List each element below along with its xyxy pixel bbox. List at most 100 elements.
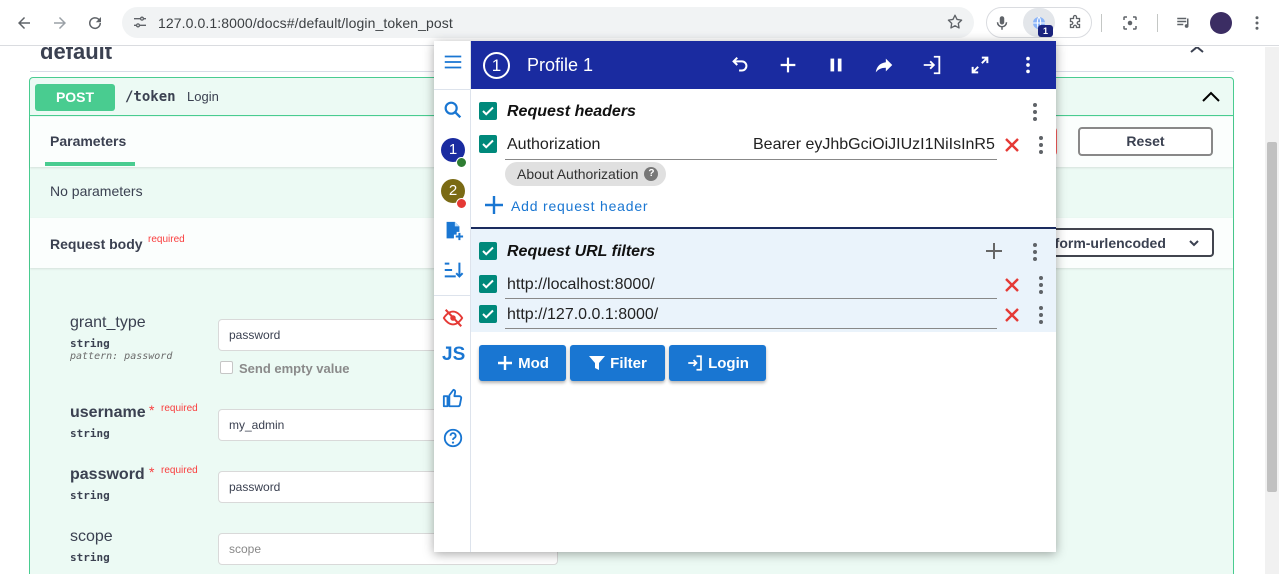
fullscreen-icon[interactable] (968, 53, 992, 77)
content-type-select[interactable]: -form-urlencoded (1048, 228, 1214, 257)
more-vertical-icon[interactable] (1038, 276, 1044, 294)
filter-funnel-icon (589, 356, 606, 370)
javascript-js-icon[interactable]: JS (442, 344, 465, 366)
tab-underline (45, 162, 135, 166)
back-arrow-icon[interactable] (12, 11, 36, 35)
tab-parameters[interactable]: Parameters (50, 133, 126, 149)
site-info-icon[interactable] (132, 14, 148, 30)
add-icon[interactable] (484, 195, 504, 215)
profile-avatar[interactable] (1210, 12, 1232, 34)
login-icon[interactable] (920, 53, 944, 77)
thumbs-up-icon[interactable] (440, 385, 466, 411)
add-profile-file-icon[interactable] (440, 218, 466, 244)
url-filter-checkbox[interactable] (479, 275, 497, 293)
profile-name[interactable]: Profile 1 (527, 55, 593, 76)
toolbar-separator (1101, 14, 1102, 32)
operation-description: Login (187, 89, 219, 104)
field-name-grant-type: grant_type (70, 314, 146, 331)
url-filter-input[interactable]: http://127.0.0.1:8000/ (507, 306, 658, 324)
url-filters-checkbox[interactable] (479, 242, 497, 260)
profile-rail: 1 2 JS (434, 41, 471, 552)
sort-icon[interactable] (440, 257, 466, 283)
header-name-input[interactable]: Authorization (507, 136, 600, 154)
delete-filter-icon[interactable] (1004, 307, 1020, 323)
request-headers-section: Request headers Authorization Bearer eyJ… (471, 89, 1056, 227)
request-headers-checkbox[interactable] (479, 102, 497, 120)
scrollbar-thumb[interactable] (1267, 142, 1277, 492)
microphone-icon[interactable] (990, 11, 1014, 35)
browser-toolbar: 127.0.0.1:8000/docs#/default/login_token… (0, 0, 1279, 46)
reset-button[interactable]: Reset (1078, 127, 1213, 156)
no-parameters-text: No parameters (50, 183, 143, 199)
profile-header: 1 Profile 1 (471, 41, 1056, 89)
share-forward-icon[interactable] (872, 53, 896, 77)
add-filter-button[interactable]: Filter (570, 345, 665, 381)
add-request-header-link[interactable]: Add request header (511, 198, 648, 214)
search-icon[interactable] (440, 97, 466, 123)
method-badge: POST (35, 84, 115, 111)
add-icon[interactable] (985, 242, 1003, 260)
media-queue-icon[interactable] (1172, 11, 1196, 35)
help-circle-icon[interactable] (440, 425, 466, 451)
url-filter-input[interactable]: http://localhost:8000/ (507, 276, 655, 294)
required-star: * (149, 464, 155, 480)
add-mod-button[interactable]: Mod (479, 345, 566, 381)
active-status-dot (456, 157, 467, 168)
add-icon (498, 356, 513, 370)
lens-screenshot-icon[interactable] (1118, 11, 1142, 35)
field-type: string (70, 337, 110, 350)
url-filter-checkbox[interactable] (479, 305, 497, 323)
send-empty-label: Send empty value (239, 361, 350, 376)
eye-off-icon[interactable] (440, 305, 466, 331)
more-vertical-icon[interactable] (1032, 103, 1038, 121)
rail-divider (434, 89, 471, 90)
request-headers-title: Request headers (507, 103, 636, 120)
pause-icon[interactable] (824, 53, 848, 77)
header-value-input[interactable]: Bearer eyJhbGciOiJIUzI1NiIsInR5 (753, 136, 997, 154)
about-authorization-chip[interactable]: About Authorization ? (505, 162, 667, 186)
request-url-filters-section: Request URL filters http://localhost:800… (471, 229, 1056, 332)
delete-header-icon[interactable] (1004, 137, 1020, 153)
question-mark-icon: ? (644, 167, 659, 181)
chrome-menu-icon[interactable] (1245, 11, 1269, 35)
send-empty-checkbox[interactable] (220, 361, 233, 374)
field-type: string (70, 551, 110, 564)
login-label: Login (708, 354, 749, 372)
more-vertical-icon[interactable] (1038, 136, 1044, 154)
mod-label: Mod (518, 354, 549, 372)
profile-number-badge[interactable]: 1 (483, 52, 510, 79)
filter-row-underline (505, 328, 997, 329)
puzzle-extensions-icon[interactable] (1063, 11, 1087, 35)
hamburger-menu-icon[interactable] (440, 49, 466, 75)
url-text[interactable]: 127.0.0.1:8000/docs#/default/login_token… (158, 15, 453, 31)
field-type: string (70, 489, 110, 502)
undo-icon[interactable] (728, 53, 752, 77)
forward-arrow-icon[interactable] (48, 11, 72, 35)
field-pattern: pattern: password (70, 351, 173, 362)
section-title[interactable]: default (40, 47, 112, 65)
toolbar-separator (1157, 14, 1158, 32)
add-icon[interactable] (776, 53, 800, 77)
login-button[interactable]: Login (669, 345, 766, 381)
operation-path: /token (125, 89, 176, 105)
address-bar[interactable]: 127.0.0.1:8000/docs#/default/login_token… (122, 7, 974, 38)
collapse-section-icon[interactable] (1188, 47, 1206, 53)
chevron-up-icon[interactable] (1201, 88, 1221, 104)
more-vertical-icon[interactable] (1016, 53, 1040, 77)
authorization-header-checkbox[interactable] (479, 135, 497, 153)
reload-icon[interactable] (83, 11, 107, 35)
chevron-down-icon (1189, 240, 1199, 247)
content-type-value: -form-urlencoded (1050, 235, 1166, 251)
more-vertical-icon[interactable] (1038, 306, 1044, 324)
url-filters-title: Request URL filters (507, 243, 656, 260)
modheader-popup: 1 2 JS 1 Profile 1 Request headers Autho… (434, 41, 1056, 552)
delete-filter-icon[interactable] (1004, 277, 1020, 293)
bookmark-star-icon[interactable] (946, 13, 964, 31)
required-star: * (149, 402, 155, 418)
field-name-scope: scope (70, 528, 113, 545)
extension-badge: 1 (1038, 25, 1053, 37)
more-vertical-icon[interactable] (1032, 243, 1038, 261)
login-icon (688, 355, 702, 371)
rail-divider (434, 295, 471, 296)
filter-row-underline (505, 298, 997, 299)
